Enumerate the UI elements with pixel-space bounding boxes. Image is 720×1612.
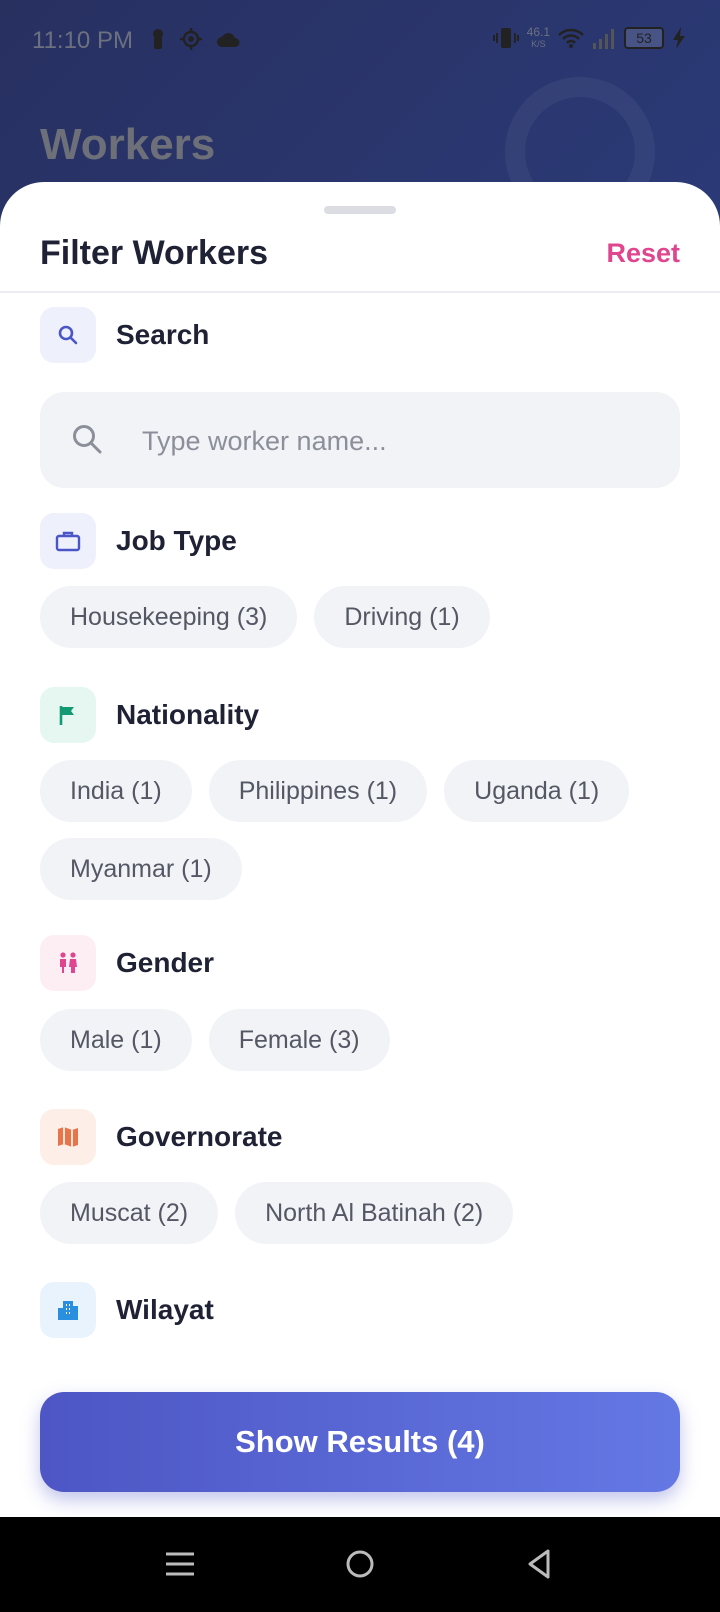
network-speed: 46.1 K/S: [526, 25, 550, 49]
signal-icon: [593, 29, 614, 49]
section-wilayat: Wilayat: [40, 1282, 214, 1338]
briefcase-icon: [55, 531, 81, 552]
chip-nationality[interactable]: Philippines (1): [208, 760, 428, 822]
sheet-title: Filter Workers: [40, 234, 269, 272]
keyhole-icon: [153, 29, 163, 49]
section-title-wilayat: Wilayat: [116, 1294, 214, 1325]
chip-nationality[interactable]: India (1): [40, 760, 192, 822]
page-title: Workers: [40, 120, 216, 169]
wilayat-section-icon: [40, 1282, 96, 1338]
job-type-chips: Housekeeping (3) Driving (1): [40, 586, 690, 648]
governorate-section-icon: [40, 1109, 96, 1165]
section-job-type: Job Type: [40, 513, 237, 569]
section-search: Search: [40, 307, 209, 363]
nationality-chips: India (1) Philippines (1) Uganda (1) Mya…: [40, 760, 690, 900]
section-title-nationality: Nationality: [116, 699, 260, 730]
home-icon[interactable]: [343, 1547, 377, 1581]
chip-nationality[interactable]: Myanmar (1): [40, 838, 242, 900]
chip-nationality[interactable]: Uganda (1): [444, 760, 630, 822]
building-icon: [58, 1301, 78, 1320]
section-title-search: Search: [116, 319, 210, 350]
filter-bottom-sheet: Filter Workers Reset Search Job Type Hou…: [0, 182, 720, 1517]
search-input[interactable]: [140, 392, 664, 490]
section-nationality: Nationality: [40, 687, 259, 743]
section-gender: Gender: [40, 935, 214, 991]
search-icon: [73, 425, 102, 454]
show-results-button[interactable]: Show Results (4): [40, 1392, 680, 1492]
section-governorate: Governorate: [40, 1109, 283, 1165]
status-bar: 11:10 PM 46.1 K/S 53: [0, 0, 720, 80]
chip-job-type[interactable]: Housekeeping (3): [40, 586, 298, 648]
sheet-header: Filter Workers Reset: [0, 182, 720, 293]
menu-icon[interactable]: [163, 1547, 197, 1581]
people-icon: [60, 952, 77, 973]
chip-job-type[interactable]: Driving (1): [314, 586, 490, 648]
chip-governorate[interactable]: Muscat (2): [40, 1182, 219, 1244]
system-navigation-bar: [0, 1517, 720, 1612]
vibrate-icon: [492, 28, 519, 48]
chip-gender[interactable]: Male (1): [40, 1009, 192, 1071]
search-icon: [58, 325, 78, 345]
section-title-job-type: Job Type: [116, 525, 237, 556]
map-icon: [58, 1127, 78, 1147]
battery-indicator: 53: [624, 27, 664, 49]
chip-governorate[interactable]: North Al Batinah (2): [235, 1182, 514, 1244]
cloud-icon: [217, 33, 240, 47]
status-time: 11:10 PM: [32, 27, 133, 54]
gender-section-icon: [40, 935, 96, 991]
reset-button[interactable]: Reset: [606, 238, 680, 269]
flag-icon: [59, 706, 74, 725]
section-title-governorate: Governorate: [116, 1121, 283, 1152]
nationality-section-icon: [40, 687, 96, 743]
crosshair-icon: [180, 28, 202, 50]
charging-icon: [673, 27, 685, 49]
gender-chips: Male (1) Female (3): [40, 1009, 690, 1071]
wifi-icon: [558, 28, 584, 48]
back-icon[interactable]: [523, 1547, 557, 1581]
section-title-gender: Gender: [116, 947, 215, 978]
search-section-icon: [40, 307, 96, 363]
governorate-chips: Muscat (2) North Al Batinah (2): [40, 1182, 690, 1244]
job-type-section-icon: [40, 513, 96, 569]
chip-gender[interactable]: Female (3): [208, 1009, 390, 1071]
search-field[interactable]: [40, 392, 680, 490]
